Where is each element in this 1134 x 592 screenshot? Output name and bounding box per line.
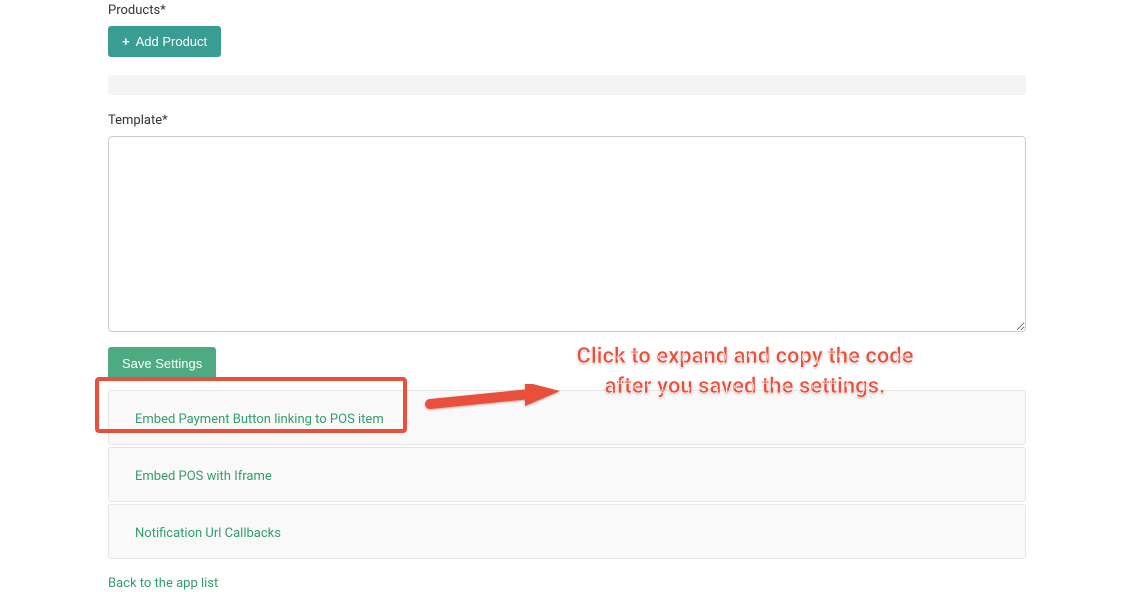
save-settings-button[interactable]: Save Settings	[108, 347, 216, 380]
products-label: Products*	[108, 3, 1026, 18]
template-textarea[interactable]	[108, 136, 1026, 332]
accordion-item-embed-button[interactable]: Embed Payment Button linking to POS item	[108, 390, 1026, 445]
accordion-item-label: Notification Url Callbacks	[135, 526, 281, 541]
accordion-item-embed-iframe[interactable]: Embed POS with Iframe	[108, 447, 1026, 502]
section-divider	[108, 75, 1026, 95]
accordion-group: Embed Payment Button linking to POS item…	[108, 390, 1026, 559]
add-product-label: Add Product	[136, 34, 208, 49]
accordion-item-notification-callbacks[interactable]: Notification Url Callbacks	[108, 504, 1026, 559]
accordion-item-label: Embed Payment Button linking to POS item	[135, 412, 384, 427]
accordion-item-label: Embed POS with Iframe	[135, 469, 272, 484]
back-to-app-list-link[interactable]: Back to the app list	[108, 576, 218, 591]
plus-icon: +	[122, 35, 130, 48]
add-product-button[interactable]: + Add Product	[108, 26, 221, 57]
template-label: Template*	[108, 113, 1026, 128]
